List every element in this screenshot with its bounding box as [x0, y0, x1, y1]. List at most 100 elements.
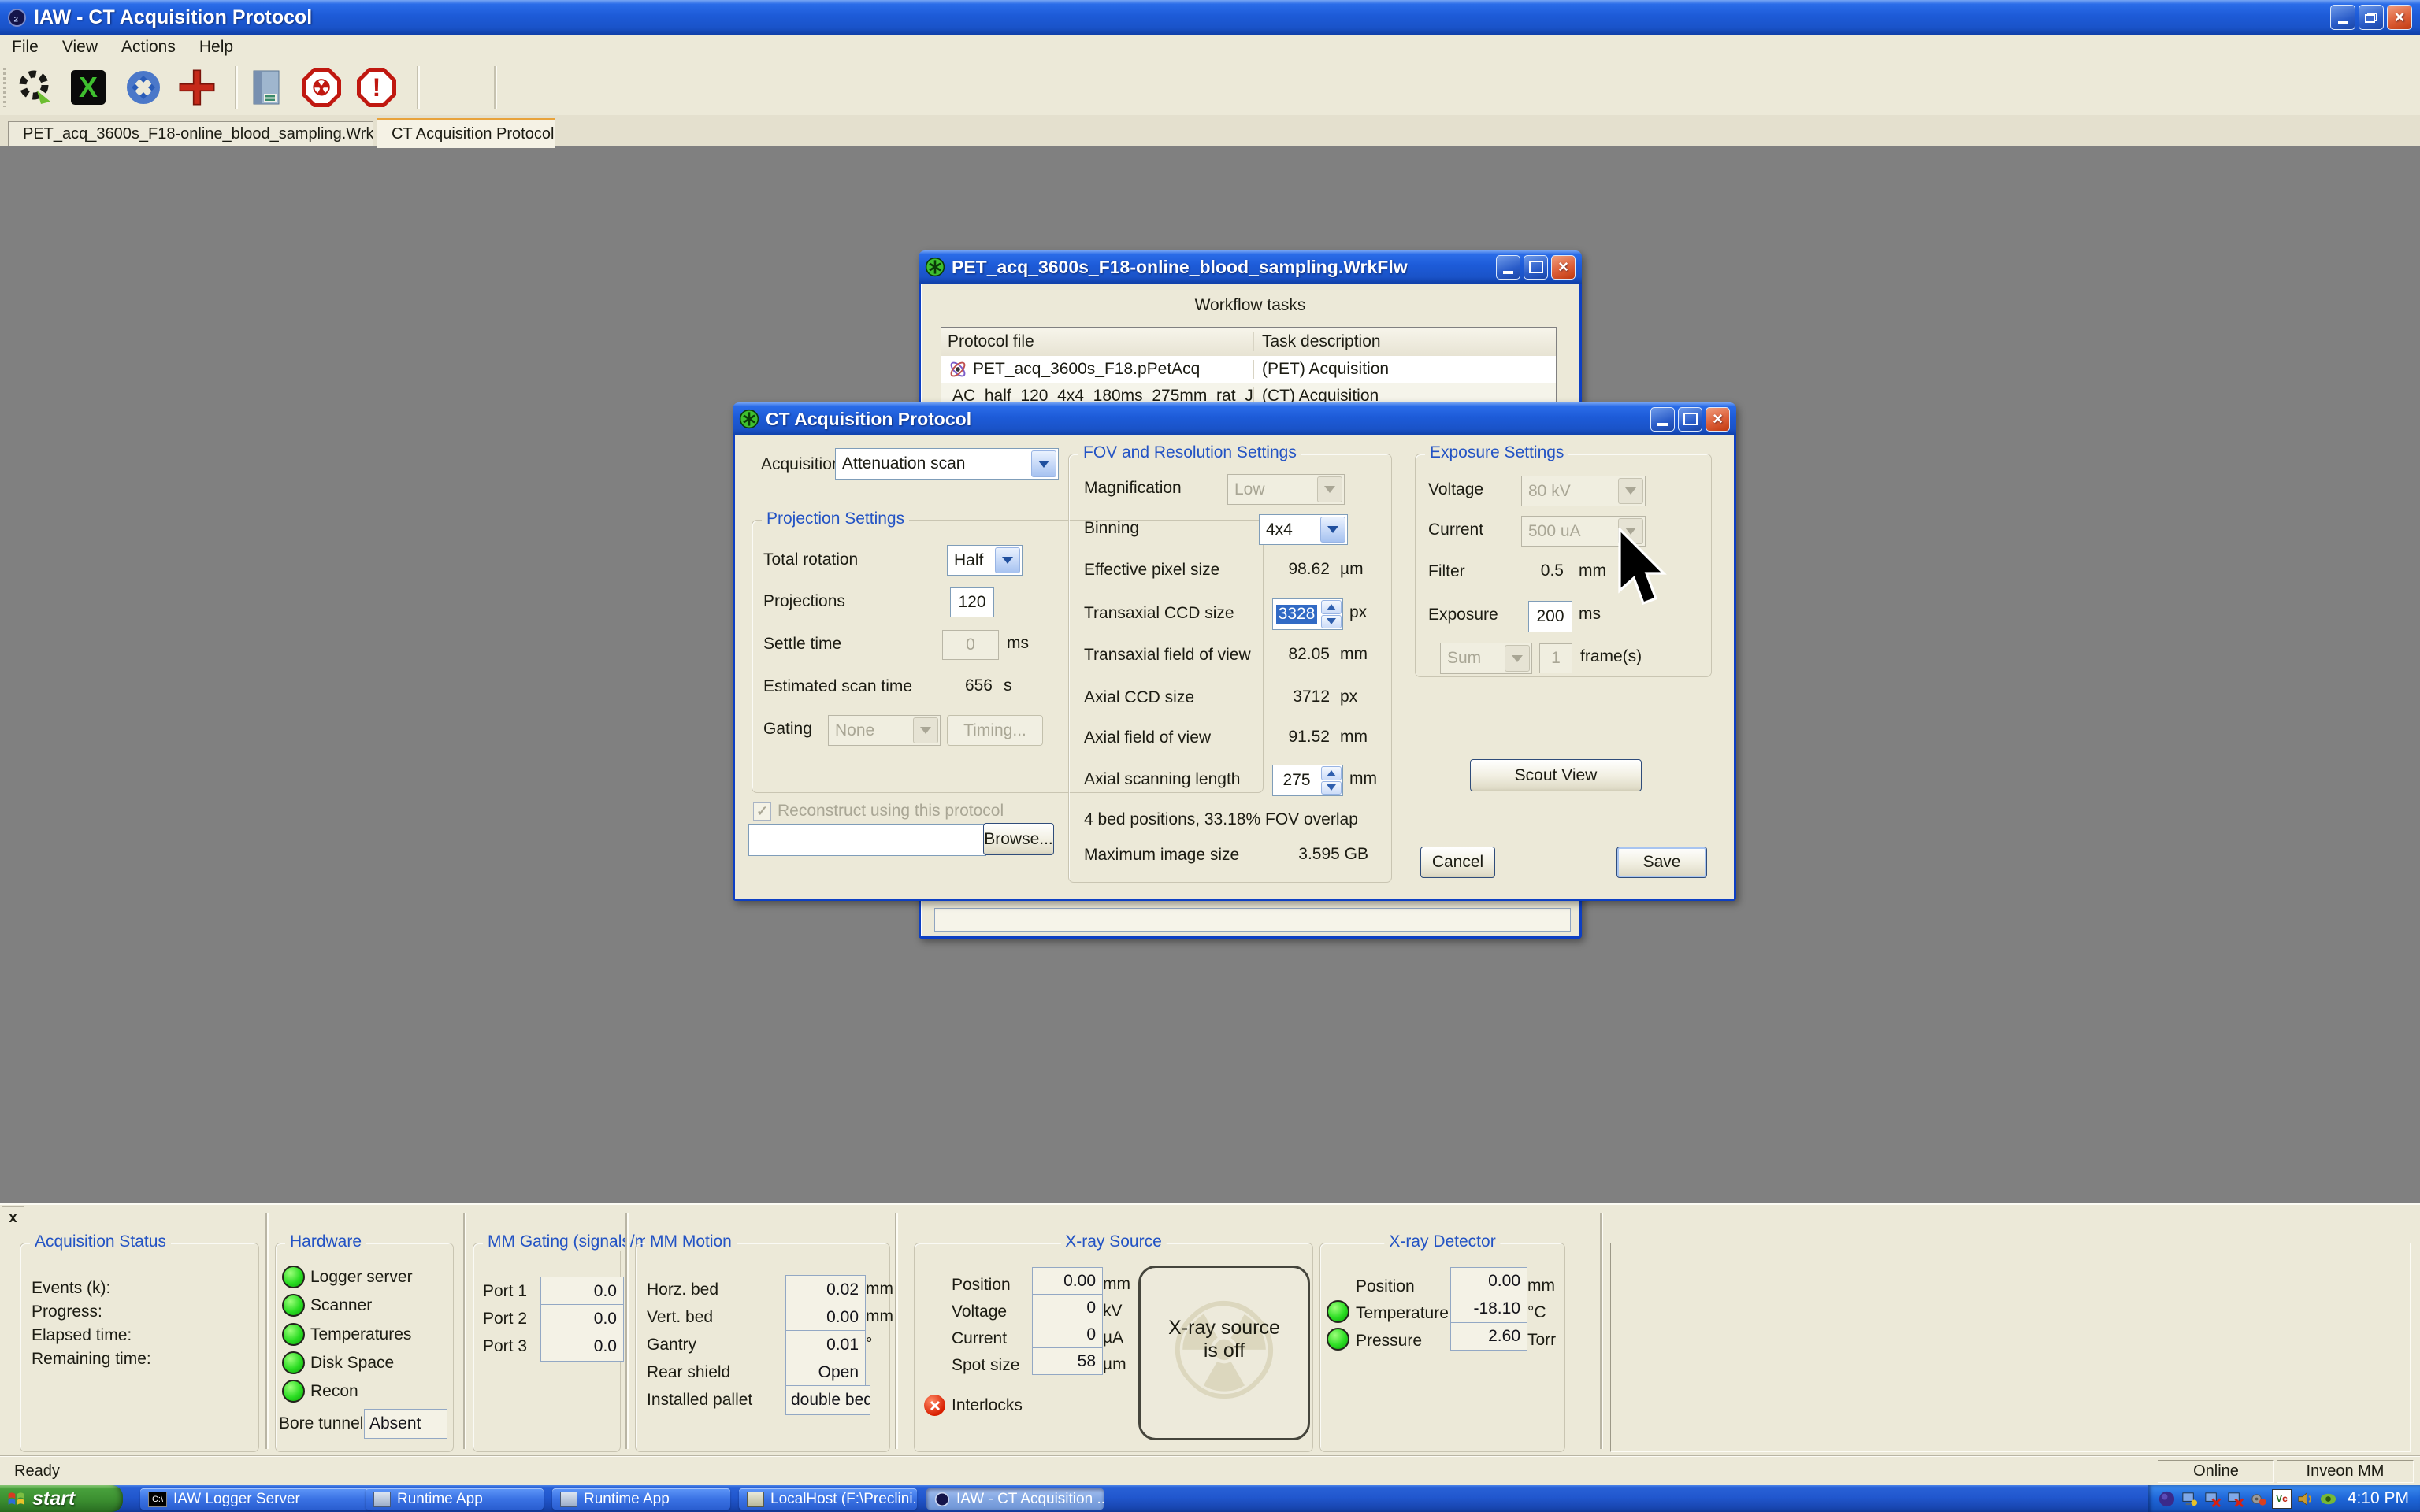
max-image-size-label: Maximum image size	[1084, 846, 1240, 864]
dock-empty-panel	[1610, 1243, 2411, 1452]
source-current-value: 0	[1032, 1321, 1103, 1348]
menu-help[interactable]: Help	[187, 36, 245, 58]
scout-view-button[interactable]: Scout View	[1470, 759, 1642, 791]
protocol-file: PET_acq_3600s_F18.pPetAcq	[973, 360, 1201, 378]
spin-up-icon[interactable]	[1321, 766, 1342, 780]
interlocks-label: Interlocks	[952, 1396, 1023, 1414]
report-icon[interactable]	[246, 67, 287, 108]
port2-value: 0.0	[540, 1304, 624, 1334]
transaxial-ccd-size-value[interactable]: 3328	[1275, 605, 1318, 624]
xray-warning-icon[interactable]: ☢	[301, 67, 342, 108]
exposure-input[interactable]: 200	[1528, 601, 1572, 632]
tray-gear-icon[interactable]	[2249, 1490, 2267, 1508]
source-position-label: Position	[952, 1276, 1011, 1294]
maximize-icon[interactable]	[1524, 254, 1548, 280]
protocol-path-input[interactable]	[748, 824, 986, 856]
transaxial-fov-label: Transaxial field of view	[1084, 646, 1251, 664]
magnification-select: Low	[1227, 474, 1345, 505]
task-runtime-app-1[interactable]: Runtime App	[366, 1488, 544, 1510]
dock-close-icon[interactable]: x	[2, 1206, 24, 1229]
spin-down-icon[interactable]	[1321, 614, 1342, 628]
progress-label: Progress:	[32, 1303, 102, 1321]
close-icon[interactable]: ×	[1551, 254, 1576, 280]
group-title: FOV and Resolution Settings	[1078, 443, 1301, 462]
start-button[interactable]: start	[0, 1485, 123, 1512]
transaxial-ccd-size-label: Transaxial CCD size	[1084, 604, 1234, 622]
chevron-down-icon[interactable]	[995, 547, 1020, 573]
rear-shield-value: Open	[785, 1358, 866, 1388]
chevron-down-icon[interactable]	[1031, 450, 1056, 477]
tray-network-error-icon[interactable]	[2203, 1490, 2221, 1508]
menu-view[interactable]: View	[50, 36, 109, 58]
task-localhost[interactable]: LocalHost (F:\Preclini...	[739, 1488, 917, 1510]
settle-time-unit: ms	[1007, 634, 1029, 652]
group-title: Projection Settings	[762, 510, 910, 528]
gating-select: None	[828, 715, 941, 746]
close-icon[interactable]: ×	[2387, 5, 2412, 30]
spin-up-icon[interactable]	[1321, 600, 1342, 614]
add-icon[interactable]	[176, 67, 217, 108]
restore-icon[interactable]	[2359, 5, 2384, 30]
dialog-body: Acquisition Attenuation scan Projection …	[735, 435, 1734, 899]
remaining-time-label: Remaining time:	[32, 1350, 151, 1368]
task-iaw-ct-acquisition[interactable]: IAW - CT Acquisition ...	[926, 1488, 1104, 1510]
source-voltage-value: 0	[1032, 1294, 1103, 1321]
axial-scanning-length-stepper[interactable]: 275	[1272, 765, 1343, 796]
save-button[interactable]: Save	[1616, 847, 1707, 878]
browse-button[interactable]: Browse...	[983, 823, 1054, 855]
source-position-unit: mm	[1103, 1275, 1130, 1293]
total-rotation-select[interactable]: Half	[947, 545, 1023, 576]
gantry-value: 0.01	[785, 1330, 866, 1360]
alert-icon[interactable]: !	[356, 67, 397, 108]
window-title: IAW - CT Acquisition Protocol	[34, 6, 313, 28]
dock-divider	[1600, 1213, 1603, 1449]
minimize-icon[interactable]	[1650, 406, 1675, 432]
scanner-rotation-icon[interactable]	[14, 67, 55, 108]
toolbar-drag-handle[interactable]	[3, 68, 6, 107]
task-runtime-app-2[interactable]: Runtime App	[552, 1488, 730, 1510]
workflow-titlebar[interactable]: PET_acq_3600s_F18-online_blood_sampling.…	[919, 250, 1582, 284]
acquisition-select[interactable]: Attenuation scan	[835, 448, 1059, 480]
tray-sphere-icon[interactable]	[2158, 1490, 2176, 1508]
status-system: Inveon MM	[2277, 1460, 2414, 1483]
tray-volume-icon[interactable]	[2296, 1490, 2314, 1508]
task-iaw-logger[interactable]: C:\ IAW Logger Server	[140, 1488, 373, 1510]
center-fov-icon[interactable]	[123, 67, 164, 108]
minimize-icon[interactable]	[2330, 5, 2355, 30]
detector-temperature-label: Temperature	[1356, 1304, 1449, 1322]
binning-select[interactable]: 4x4	[1259, 514, 1348, 545]
spin-down-icon[interactable]	[1321, 780, 1342, 795]
detector-position-label: Position	[1356, 1277, 1415, 1295]
chevron-down-icon	[913, 717, 938, 743]
dialog-titlebar[interactable]: CT Acquisition Protocol ×	[733, 402, 1736, 435]
tray-network-error-icon[interactable]	[2226, 1490, 2244, 1508]
column-header-task-description[interactable]: Task description	[1253, 332, 1556, 351]
binning-value: 4x4	[1266, 520, 1293, 539]
chevron-down-icon[interactable]	[1320, 517, 1345, 543]
menu-file[interactable]: File	[0, 36, 50, 58]
table-row[interactable]: PET_acq_3600s_F18.pPetAcq (PET) Acquisit…	[941, 356, 1556, 383]
logger-server-led	[282, 1266, 305, 1288]
close-icon[interactable]: ×	[1706, 406, 1730, 432]
minimize-icon[interactable]	[1496, 254, 1520, 280]
tray-network-icon[interactable]	[2181, 1490, 2199, 1508]
tray-nvidia-icon[interactable]	[2319, 1490, 2337, 1508]
xray-source-off-button[interactable]: ☢ X-ray source is off	[1138, 1266, 1310, 1440]
system-tray: Vc 4:10 PM	[2148, 1485, 2420, 1512]
projections-input[interactable]: 120	[950, 587, 994, 617]
column-header-protocol-file[interactable]: Protocol file	[941, 332, 1253, 351]
axial-scanning-length-value[interactable]: 275	[1282, 771, 1310, 790]
maximize-icon[interactable]	[1678, 406, 1702, 432]
menu-actions[interactable]: Actions	[109, 36, 187, 58]
transaxial-ccd-size-stepper[interactable]: 3328	[1272, 598, 1343, 630]
cancel-button[interactable]: Cancel	[1420, 847, 1495, 878]
tab-ct-protocol[interactable]: CT Acquisition Protocol5	[377, 118, 555, 148]
source-position-value: 0.00	[1032, 1267, 1103, 1295]
xray-off-line2: is off	[1203, 1340, 1245, 1362]
excel-export-icon[interactable]: X	[68, 67, 109, 108]
acquisition-label: Acquisition	[761, 455, 841, 473]
tab-pet-workflow[interactable]: PET_acq_3600s_F18-online_blood_sampling.…	[8, 121, 373, 146]
tray-clock[interactable]: 4:10 PM	[2348, 1489, 2420, 1508]
tray-vnc-icon[interactable]: Vc	[2272, 1488, 2292, 1509]
workflow-window-icon	[925, 257, 945, 277]
